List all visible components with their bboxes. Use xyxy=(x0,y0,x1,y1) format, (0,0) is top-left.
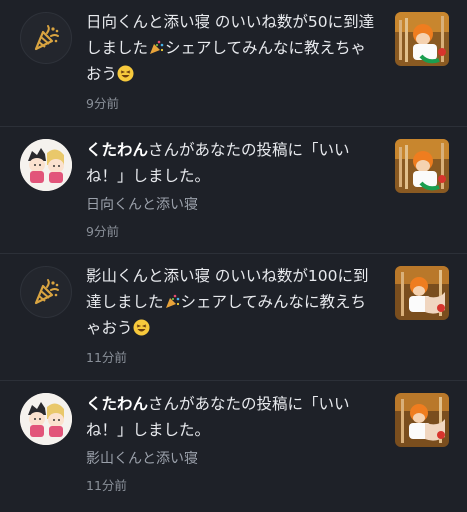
notification-item[interactable]: 日向くんと添い寝 のいいね数が50に到達しました シェアしてみんなに教えちゃおう … xyxy=(0,0,467,126)
avatar[interactable] xyxy=(20,139,72,191)
party-popper-icon xyxy=(20,12,72,64)
notification-feed: 日向くんと添い寝 のいいね数が50に到達しました シェアしてみんなに教えちゃおう … xyxy=(0,0,467,512)
timestamp: 9分前 xyxy=(86,96,119,111)
notification-message: くたわんさんがあなたの投稿に「いいね！」しました。 xyxy=(86,395,350,439)
user-name[interactable]: くたわん xyxy=(86,141,148,159)
notification-message: 日向くんと添い寝 のいいね数が50に到達しました シェアしてみんなに教えちゃおう xyxy=(86,13,375,83)
notification-item[interactable]: くたわんさんがあなたの投稿に「いいね！」しました。 日向くんと添い寝 9分前 xyxy=(0,127,467,253)
timestamp: 9分前 xyxy=(86,224,119,239)
party-emoji-icon xyxy=(148,38,165,55)
user-name[interactable]: くたわん xyxy=(86,395,148,413)
notification-content: くたわんさんがあなたの投稿に「いいね！」しました。 影山くんと添い寝 11分前 xyxy=(86,391,376,495)
notification-content: 日向くんと添い寝 のいいね数が50に到達しました シェアしてみんなに教えちゃおう … xyxy=(86,9,376,113)
post-thumbnail[interactable] xyxy=(395,139,449,193)
party-emoji-icon xyxy=(164,292,181,309)
notification-message: くたわんさんがあなたの投稿に「いいね！」しました。 xyxy=(86,141,350,185)
avatar[interactable] xyxy=(20,393,72,445)
post-title[interactable]: 日向くんと添い寝 xyxy=(86,195,376,215)
laughing-emoji-icon xyxy=(117,64,134,82)
notification-content: くたわんさんがあなたの投稿に「いいね！」しました。 日向くんと添い寝 9分前 xyxy=(86,137,376,241)
timestamp: 11分前 xyxy=(86,478,127,493)
post-thumbnail[interactable] xyxy=(395,393,449,447)
laughing-emoji-icon xyxy=(133,318,150,336)
post-thumbnail[interactable] xyxy=(395,266,449,320)
notification-item[interactable]: 影山くんと添い寝 のいいね数が100に到達しました シェアしてみんなに教えちゃおう… xyxy=(0,254,467,380)
post-thumbnail[interactable] xyxy=(395,12,449,66)
timestamp: 11分前 xyxy=(86,350,127,365)
notification-message: 影山くんと添い寝 のいいね数が100に到達しました シェアしてみんなに教えちゃおう xyxy=(86,267,369,337)
notification-item[interactable]: くたわんさんがあなたの投稿に「いいね！」しました。 影山くんと添い寝 11分前 xyxy=(0,381,467,512)
notification-content: 影山くんと添い寝 のいいね数が100に到達しました シェアしてみんなに教えちゃおう… xyxy=(86,263,376,367)
post-title[interactable]: 影山くんと添い寝 xyxy=(86,449,376,469)
party-popper-icon xyxy=(20,266,72,318)
